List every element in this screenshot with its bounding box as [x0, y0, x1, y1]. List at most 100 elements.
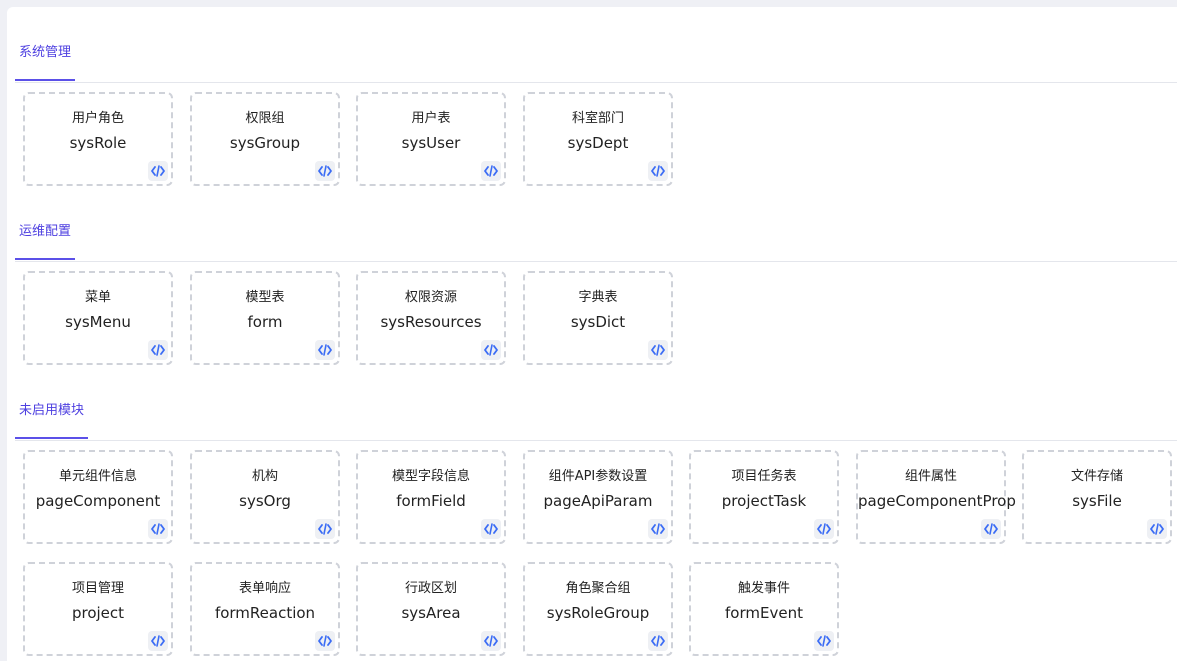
section-ops-config: 运维配置 菜单 sysMenu 模型表 form 权限资源 sysResourc… [15, 186, 1177, 365]
code-icon [984, 523, 998, 535]
card-code: pageApiParam [543, 492, 653, 510]
module-card-sysrolegroup[interactable]: 角色聚合组 sysRoleGroup [523, 562, 673, 656]
card-code: sysGroup [229, 134, 301, 152]
code-icon [817, 523, 831, 535]
code-icon [651, 635, 665, 647]
module-card-sysdict[interactable]: 字典表 sysDict [523, 271, 673, 365]
code-button[interactable] [981, 519, 1001, 539]
module-card-sysfile[interactable]: 文件存储 sysFile [1022, 450, 1172, 544]
card-title: 角色聚合组 [565, 581, 631, 596]
code-button[interactable] [1147, 519, 1167, 539]
card-code: sysResources [380, 313, 482, 331]
section-header: 未启用模块 [15, 365, 1177, 441]
card-code: projectTask [721, 492, 807, 510]
code-button[interactable] [481, 631, 501, 651]
card-code: formField [396, 492, 466, 510]
card-code: pageComponentProp [858, 492, 1016, 510]
module-card-sysorg[interactable]: 机构 sysOrg [190, 450, 340, 544]
section-header: 运维配置 [15, 186, 1177, 262]
code-button[interactable] [814, 631, 834, 651]
card-title: 行政区划 [404, 581, 457, 596]
code-icon [1150, 523, 1164, 535]
code-button[interactable] [148, 519, 168, 539]
code-button[interactable] [481, 519, 501, 539]
card-code: form [247, 313, 283, 331]
card-title: 项目任务表 [731, 469, 797, 484]
card-title: 科室部门 [571, 111, 624, 126]
code-button[interactable] [315, 519, 335, 539]
card-code: sysOrg [239, 492, 291, 510]
code-icon [318, 165, 332, 177]
module-card-pageapiparam[interactable]: 组件API参数设置 pageApiParam [523, 450, 673, 544]
card-code: sysRole [69, 134, 127, 152]
module-card-pagecomponent[interactable]: 单元组件信息 pageComponent [23, 450, 173, 544]
module-card-sysresources[interactable]: 权限资源 sysResources [356, 271, 506, 365]
code-button[interactable] [481, 340, 501, 360]
code-button[interactable] [481, 161, 501, 181]
code-button[interactable] [814, 519, 834, 539]
section-header: 系统管理 [15, 7, 1177, 83]
module-card-formreaction[interactable]: 表单响应 formReaction [190, 562, 340, 656]
card-title: 模型字段信息 [391, 469, 470, 484]
card-code: sysArea [401, 604, 461, 622]
tab-ops-config[interactable]: 运维配置 [15, 216, 76, 260]
module-card-sysdept[interactable]: 科室部门 sysDept [523, 92, 673, 186]
code-icon [651, 165, 665, 177]
code-button[interactable] [148, 161, 168, 181]
code-icon [484, 165, 498, 177]
code-button[interactable] [648, 340, 668, 360]
section-system-management: 系统管理 用户角色 sysRole 权限组 sysGroup 用户表 sysUs… [15, 7, 1177, 186]
section-disabled-modules: 未启用模块 单元组件信息 pageComponent 机构 sysOrg 模型字… [15, 365, 1177, 656]
code-button[interactable] [648, 519, 668, 539]
module-card-sysgroup[interactable]: 权限组 sysGroup [190, 92, 340, 186]
code-button[interactable] [315, 340, 335, 360]
main-panel: 系统管理 用户角色 sysRole 权限组 sysGroup 用户表 sysUs… [7, 7, 1177, 661]
code-icon [151, 344, 165, 356]
code-button[interactable] [648, 161, 668, 181]
card-title: 机构 [251, 469, 278, 484]
module-card-sysuser[interactable]: 用户表 sysUser [356, 92, 506, 186]
code-icon [151, 165, 165, 177]
code-icon [151, 635, 165, 647]
module-card-pagecomponentprop[interactable]: 组件属性 pageComponentProp [856, 450, 1016, 544]
module-card-formfield[interactable]: 模型字段信息 formField [356, 450, 506, 544]
card-code: sysRoleGroup [546, 604, 650, 622]
card-code: sysDept [567, 134, 629, 152]
card-code: formEvent [725, 604, 803, 622]
card-code: project [71, 604, 125, 622]
card-title: 权限资源 [404, 290, 457, 305]
tab-disabled-modules[interactable]: 未启用模块 [15, 395, 89, 439]
code-button[interactable] [648, 631, 668, 651]
card-code: sysUser [401, 134, 461, 152]
card-title: 组件API参数设置 [548, 469, 648, 484]
card-title: 用户角色 [71, 111, 124, 126]
code-icon [318, 344, 332, 356]
tab-system-management[interactable]: 系统管理 [15, 37, 76, 81]
card-title: 模型表 [245, 290, 285, 305]
card-title: 菜单 [84, 290, 111, 305]
card-code: sysMenu [65, 313, 131, 331]
module-card-form[interactable]: 模型表 form [190, 271, 340, 365]
module-card-formevent[interactable]: 触发事件 formEvent [689, 562, 839, 656]
code-button[interactable] [315, 631, 335, 651]
module-card-sysmenu[interactable]: 菜单 sysMenu [23, 271, 173, 365]
code-button[interactable] [148, 340, 168, 360]
code-icon [651, 523, 665, 535]
card-title: 文件存储 [1070, 469, 1123, 484]
card-title: 表单响应 [238, 581, 291, 596]
card-title: 触发事件 [737, 581, 790, 596]
card-title: 用户表 [411, 111, 451, 126]
code-icon [484, 344, 498, 356]
module-card-sysarea[interactable]: 行政区划 sysArea [356, 562, 506, 656]
code-icon [484, 635, 498, 647]
card-title: 组件属性 [904, 469, 957, 484]
code-button[interactable] [315, 161, 335, 181]
module-card-projecttask[interactable]: 项目任务表 projectTask [689, 450, 839, 544]
card-code: pageComponent [35, 492, 161, 510]
code-icon [151, 523, 165, 535]
code-icon [318, 635, 332, 647]
module-card-project[interactable]: 项目管理 project [23, 562, 173, 656]
code-icon [651, 344, 665, 356]
code-button[interactable] [148, 631, 168, 651]
module-card-sysrole[interactable]: 用户角色 sysRole [23, 92, 173, 186]
